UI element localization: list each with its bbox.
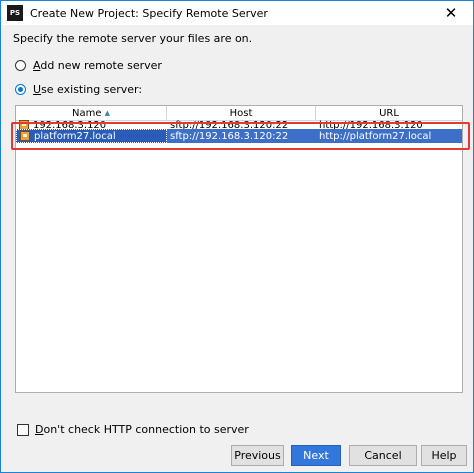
row-host-cell: sftp://192.168.3.120:22 [170, 130, 289, 142]
dont-check-http-option[interactable]: Don't check HTTP connection to server [17, 423, 249, 436]
add-new-server-label[interactable]: Add new remote server [33, 59, 162, 72]
server-table[interactable]: Name ▲ Host URL 192.168.3.120 sftp://192… [15, 105, 463, 393]
row-name-text: platform27.local [34, 130, 116, 142]
dialog-window: PS Create New Project: Specify Remote Se… [0, 0, 474, 473]
cancel-button[interactable]: Cancel [349, 445, 417, 466]
dont-check-http-label[interactable]: Don't check HTTP connection to server [35, 423, 249, 436]
column-url-label: URL [379, 107, 399, 119]
row-url-cell: http://platform27.local [319, 130, 432, 142]
next-button[interactable]: Next [291, 445, 341, 466]
use-existing-server-option[interactable]: Use existing server: [15, 83, 142, 96]
previous-button[interactable]: Previous [231, 445, 284, 466]
column-name-label: Name [72, 107, 102, 119]
title-bar[interactable]: PS Create New Project: Specify Remote Se… [1, 1, 473, 25]
sort-ascending-icon: ▲ [104, 109, 110, 117]
phpstorm-app-icon: PS [7, 5, 23, 21]
window-title: Create New Project: Specify Remote Serve… [30, 6, 268, 20]
dont-check-label-text: on't check HTTP connection to server [43, 423, 249, 436]
dont-check-http-checkbox[interactable] [17, 423, 29, 436]
add-new-server-radio[interactable] [15, 60, 26, 71]
use-existing-server-radio[interactable] [15, 84, 26, 95]
column-host-label: Host [229, 107, 253, 119]
table-row-selected[interactable]: platform27.local sftp://192.168.3.120:22… [16, 129, 462, 143]
use-existing-mnemonic: U [33, 83, 42, 96]
add-new-server-option[interactable]: Add new remote server [15, 59, 162, 72]
server-icon [20, 131, 30, 141]
use-existing-label-text: se existing server: [41, 83, 143, 96]
close-icon[interactable]: ✕ [429, 1, 473, 25]
use-existing-server-label[interactable]: Use existing server: [33, 83, 142, 96]
add-new-label-text: dd new remote server [40, 59, 162, 72]
row-name-cell: platform27.local [16, 129, 167, 143]
help-button[interactable]: Help [421, 445, 467, 466]
instruction-text: Specify the remote server your files are… [13, 32, 253, 45]
